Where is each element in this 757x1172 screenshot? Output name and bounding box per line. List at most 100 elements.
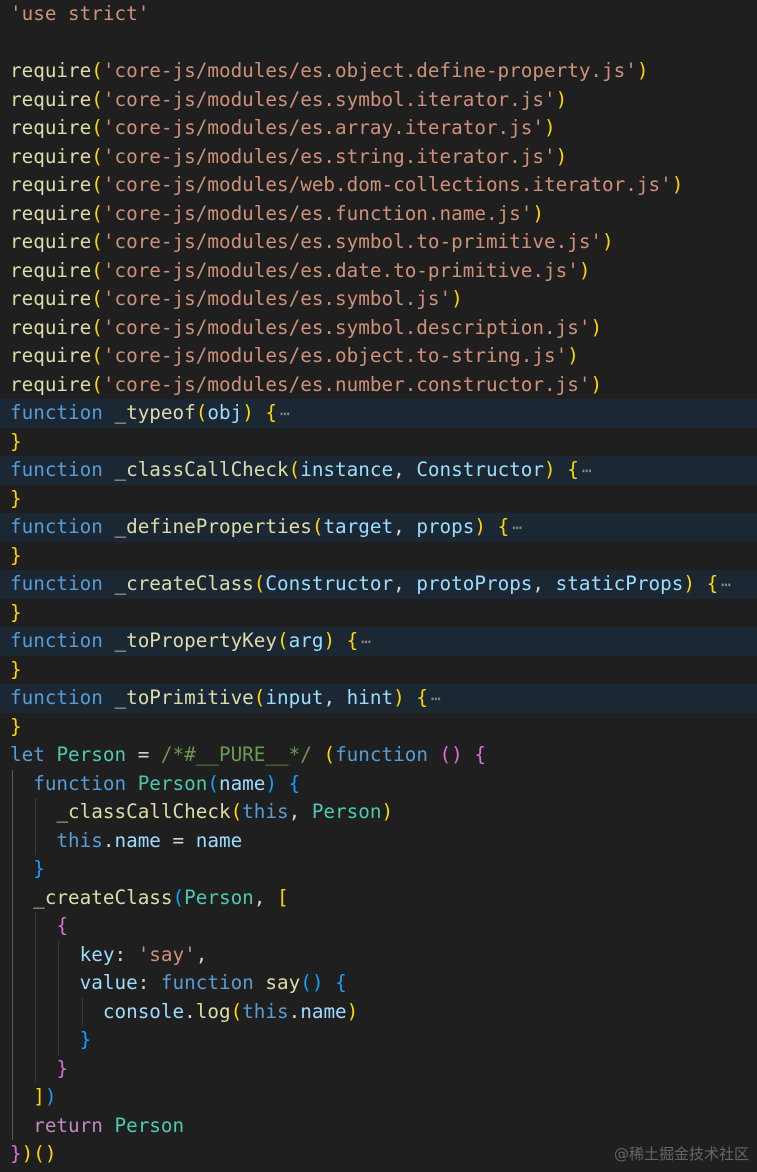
- code-line[interactable]: return Person: [0, 1112, 757, 1141]
- code-line[interactable]: require('core-js/modules/web.dom-collect…: [0, 171, 757, 200]
- code-line[interactable]: }: [0, 1055, 757, 1084]
- code-token: :: [114, 942, 138, 966]
- code-token: ): [451, 287, 463, 310]
- fold-ellipsis-icon[interactable]: ⋯: [721, 575, 731, 594]
- code-line[interactable]: value: function say() {: [0, 969, 757, 998]
- code-token: function: [10, 629, 103, 652]
- code-line[interactable]: require('core-js/modules/es.object.defin…: [0, 57, 757, 86]
- code-token: Constructor: [416, 458, 545, 481]
- code-line[interactable]: }: [0, 599, 757, 628]
- code-token: 'core-js/modules/es.symbol.js': [102, 287, 452, 310]
- code-line[interactable]: 'use strict': [0, 0, 757, 29]
- code-token: log: [195, 999, 231, 1023]
- folded-code-line[interactable]: function _defineProperties(target, props…: [0, 513, 757, 542]
- code-token: ): [590, 372, 603, 396]
- code-line[interactable]: console.log(this.name): [0, 998, 757, 1027]
- code-token: (: [91, 372, 103, 396]
- code-line[interactable]: let Person = /*#__PURE__*/ (function () …: [0, 741, 757, 770]
- fold-ellipsis-icon[interactable]: ⋯: [280, 404, 290, 423]
- code-token: (: [230, 999, 243, 1023]
- code-line[interactable]: {: [0, 912, 757, 941]
- code-token: 'core-js/modules/es.symbol.to-primitive.…: [102, 230, 603, 253]
- code-token: this: [242, 800, 289, 823]
- code-token: function: [335, 743, 428, 766]
- folded-code-line[interactable]: function _createClass(Constructor, proto…: [0, 570, 757, 599]
- code-token: require: [10, 201, 92, 225]
- code-line[interactable]: require('core-js/modules/es.function.nam…: [0, 200, 757, 229]
- code-token: 'core-js/modules/es.date.to-primitive.js…: [102, 258, 579, 282]
- folded-code-line[interactable]: function _toPropertyKey(arg) {⋯: [0, 627, 757, 656]
- folded-code-line[interactable]: function _toPrimitive(input, hint) {⋯: [0, 684, 757, 713]
- code-token: 'say': [137, 942, 196, 966]
- code-line[interactable]: _createClass(Person, [: [0, 884, 757, 913]
- code-line[interactable]: _classCallCheck(this, Person): [0, 798, 757, 827]
- code-token: (: [91, 173, 103, 196]
- code-line[interactable]: require('core-js/modules/es.object.to-st…: [0, 342, 757, 371]
- code-line[interactable]: }: [0, 428, 757, 457]
- code-line[interactable]: this.name = name: [0, 827, 757, 856]
- fold-ellipsis-icon[interactable]: ⋯: [431, 689, 441, 708]
- code-line[interactable]: require('core-js/modules/es.string.itera…: [0, 143, 757, 172]
- code-token: ): [602, 230, 614, 253]
- code-token: ,: [195, 942, 208, 966]
- code-editor[interactable]: 'use strict' require('core-js/modules/es.…: [0, 0, 757, 1172]
- code-token: }: [10, 600, 22, 624]
- code-line[interactable]: require('core-js/modules/es.symbol.itera…: [0, 86, 757, 115]
- code-token: require: [10, 59, 92, 82]
- code-line[interactable]: require('core-js/modules/es.symbol.descr…: [0, 314, 757, 343]
- code-line[interactable]: key: 'say',: [0, 941, 757, 970]
- code-line[interactable]: }: [0, 713, 757, 742]
- code-line[interactable]: require('core-js/modules/es.date.to-prim…: [0, 257, 757, 286]
- indent-guide: [35, 912, 37, 1083]
- code-token: ): [242, 401, 254, 424]
- fold-ellipsis-icon[interactable]: ⋯: [512, 518, 522, 537]
- folded-code-line[interactable]: function _classCallCheck(instance, Const…: [0, 456, 757, 485]
- code-line[interactable]: }: [0, 485, 757, 514]
- code-token: .: [288, 999, 301, 1023]
- code-token: /*#__PURE__*/: [160, 743, 312, 766]
- code-line[interactable]: }: [0, 542, 757, 571]
- code-token: ): [393, 686, 405, 709]
- code-token: name: [300, 999, 347, 1023]
- code-token: (: [277, 629, 289, 652]
- code-line[interactable]: }: [0, 1026, 757, 1055]
- code-token: return: [33, 1113, 103, 1137]
- code-token: props: [416, 515, 475, 538]
- code-token: ): [555, 144, 568, 168]
- code-line[interactable]: require('core-js/modules/es.array.iterat…: [0, 114, 757, 143]
- code-line[interactable]: ]): [0, 1083, 757, 1112]
- code-token: _defineProperties: [114, 515, 312, 538]
- code-token: _createClass: [33, 885, 173, 909]
- code-token: .: [184, 999, 196, 1023]
- code-line[interactable]: require('core-js/modules/es.number.const…: [0, 371, 757, 400]
- code-token: 'core-js/modules/es.object.define-proper…: [102, 59, 637, 82]
- code-token: (: [323, 743, 336, 766]
- fold-ellipsis-icon[interactable]: ⋯: [361, 632, 371, 651]
- code-line[interactable]: }: [0, 656, 757, 685]
- code-line[interactable]: require('core-js/modules/es.symbol.to-pr…: [0, 228, 757, 257]
- code-token: ): [323, 629, 336, 652]
- fold-ellipsis-icon[interactable]: ⋯: [582, 461, 592, 480]
- code-token: (: [311, 515, 324, 538]
- indent-guide: [58, 940, 60, 1055]
- code-token: ): [578, 258, 591, 282]
- code-token: {: [288, 771, 301, 795]
- code-line[interactable]: function Person(name) {: [0, 770, 757, 799]
- code-line[interactable]: require('core-js/modules/es.symbol.js'): [0, 285, 757, 314]
- code-token: function: [10, 458, 103, 481]
- folded-code-line[interactable]: function _typeof(obj) {⋯: [0, 399, 757, 428]
- code-token: }: [56, 1056, 69, 1080]
- code-line[interactable]: }: [0, 855, 757, 884]
- code-line[interactable]: [0, 29, 757, 58]
